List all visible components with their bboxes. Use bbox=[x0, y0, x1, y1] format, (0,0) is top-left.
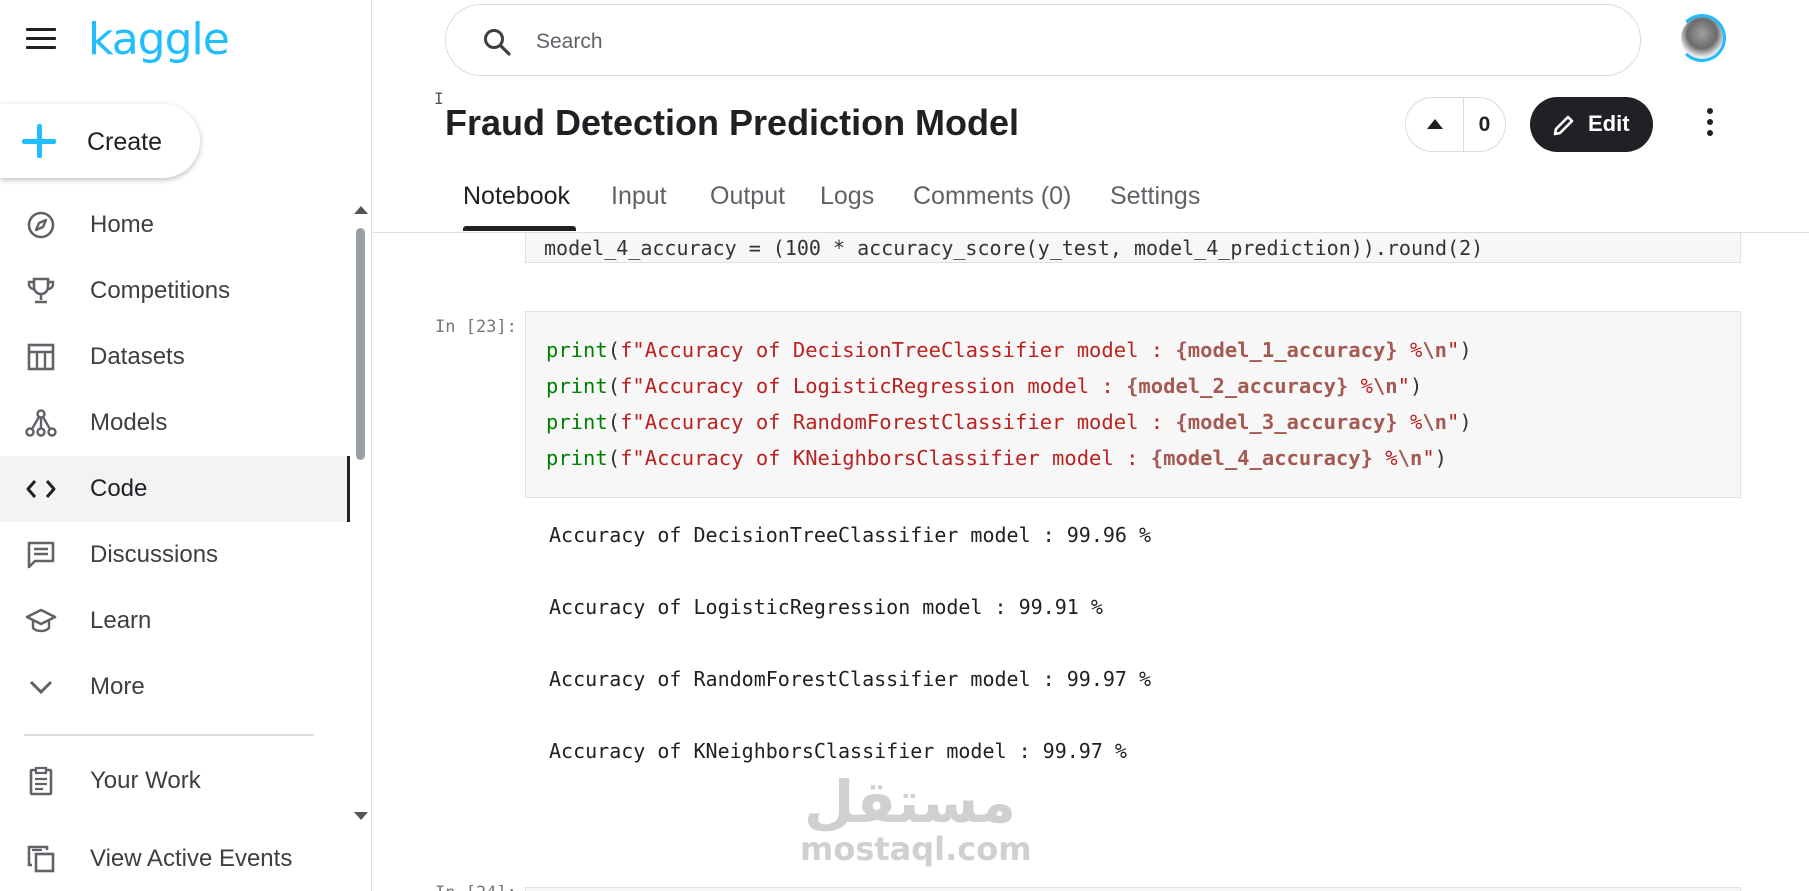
sidebar-item-label: Datasets bbox=[90, 343, 185, 370]
sidebar-item-view-active-events[interactable]: View Active Events bbox=[0, 826, 350, 891]
more-options-icon[interactable] bbox=[1700, 108, 1720, 142]
vote-count: 0 bbox=[1478, 113, 1491, 136]
sidebar-nav: Home Competitions Datasets Models Code D… bbox=[0, 192, 350, 720]
output-line: Accuracy of DecisionTreeClassifier model… bbox=[549, 523, 1152, 547]
sidebar-header: kaggle bbox=[0, 0, 372, 80]
kaggle-logo[interactable]: kaggle bbox=[88, 14, 230, 65]
sidebar-item-code[interactable]: Code bbox=[0, 456, 350, 522]
sidebar-secondary-nav: Your Work View Active Events bbox=[0, 748, 350, 891]
previous-code-cell[interactable]: model_4_accuracy = (100 * accuracy_score… bbox=[525, 233, 1741, 263]
code-line: model_4_accuracy = (100 * accuracy_score… bbox=[544, 236, 1484, 260]
watermark-arabic: مستقل bbox=[803, 768, 1017, 836]
vote-widget: 0 bbox=[1405, 97, 1506, 152]
sidebar-item-label: More bbox=[90, 673, 145, 700]
sidebar-item-competitions[interactable]: Competitions bbox=[0, 258, 350, 324]
edit-button[interactable]: Edit bbox=[1530, 97, 1653, 152]
sidebar-divider bbox=[24, 734, 314, 736]
compass-icon bbox=[24, 210, 58, 240]
tab-notebook[interactable]: Notebook bbox=[463, 182, 570, 211]
tab-logs[interactable]: Logs bbox=[820, 182, 874, 211]
sidebar-item-learn[interactable]: Learn bbox=[0, 588, 350, 654]
create-button[interactable]: Create bbox=[0, 104, 200, 178]
tab-comments[interactable]: Comments (0) bbox=[913, 182, 1071, 211]
search-input[interactable] bbox=[536, 27, 1536, 57]
code-icon bbox=[24, 474, 58, 504]
cell-prompt: In [23]: bbox=[435, 317, 517, 337]
sidebar-item-your-work[interactable]: Your Work bbox=[0, 748, 350, 814]
search-bar[interactable] bbox=[445, 4, 1641, 76]
create-label: Create bbox=[87, 128, 163, 156]
sidebar-item-label: Models bbox=[90, 409, 168, 436]
table-icon bbox=[24, 342, 58, 372]
output-line: Accuracy of KNeighborsClassifier model :… bbox=[549, 739, 1127, 763]
text-cursor-icon: I bbox=[434, 89, 444, 108]
sidebar-scrollbar[interactable] bbox=[352, 200, 368, 830]
pencil-icon bbox=[1552, 113, 1576, 137]
output-line: Accuracy of LogisticRegression model : 9… bbox=[549, 595, 1103, 619]
avatar[interactable] bbox=[1678, 14, 1726, 62]
sidebar-item-datasets[interactable]: Datasets bbox=[0, 324, 350, 390]
active-tab-indicator bbox=[463, 226, 576, 231]
tab-settings[interactable]: Settings bbox=[1110, 182, 1200, 211]
sidebar-item-label: Competitions bbox=[90, 277, 231, 304]
code-cell[interactable]: print(f"Accuracy of DecisionTreeClassifi… bbox=[525, 311, 1741, 498]
code-line: print(f"Accuracy of KNeighborsClassifier… bbox=[546, 446, 1448, 470]
copy-icon bbox=[24, 844, 58, 874]
tab-output[interactable]: Output bbox=[710, 182, 785, 211]
scroll-up-arrow-icon[interactable] bbox=[354, 206, 368, 214]
discussion-icon bbox=[24, 540, 58, 570]
scroll-down-arrow-icon[interactable] bbox=[354, 812, 368, 820]
code-line: print(f"Accuracy of DecisionTreeClassifi… bbox=[546, 338, 1472, 362]
sidebar-item-discussions[interactable]: Discussions bbox=[0, 522, 350, 588]
code-line: print(f"Accuracy of RandomForestClassifi… bbox=[546, 410, 1472, 434]
notebook-content: model_4_accuracy = (100 * accuracy_score… bbox=[373, 233, 1809, 891]
sidebar-item-label: View Active Events bbox=[90, 845, 293, 872]
sidebar-item-label: Your Work bbox=[90, 767, 201, 794]
scrollbar-thumb[interactable] bbox=[356, 228, 365, 460]
sidebar-item-more[interactable]: More bbox=[0, 654, 350, 720]
sidebar-item-models[interactable]: Models bbox=[0, 390, 350, 456]
tab-input[interactable]: Input bbox=[611, 182, 667, 211]
sidebar-item-label: Code bbox=[90, 475, 148, 502]
menu-icon[interactable] bbox=[26, 28, 56, 50]
code-line: print(f"Accuracy of LogisticRegression m… bbox=[546, 374, 1423, 398]
page-title: Fraud Detection Prediction Model bbox=[445, 102, 1020, 143]
sidebar: kaggle Create Home Competitions Datasets bbox=[0, 0, 372, 891]
sidebar-item-label: Home bbox=[90, 211, 155, 238]
clipboard-icon bbox=[24, 766, 58, 796]
trophy-icon bbox=[24, 276, 58, 306]
chevron-down-icon bbox=[24, 672, 58, 702]
sidebar-item-label: Learn bbox=[90, 607, 152, 634]
output-line: Accuracy of RandomForestClassifier model… bbox=[549, 667, 1152, 691]
sidebar-item-home[interactable]: Home bbox=[0, 192, 350, 258]
sidebar-item-label: Discussions bbox=[90, 541, 219, 568]
plus-icon bbox=[20, 122, 58, 160]
watermark: مستقل mostaql.com bbox=[800, 768, 1032, 868]
graduation-cap-icon bbox=[24, 606, 58, 636]
next-code-cell[interactable] bbox=[525, 887, 1741, 891]
edit-label: Edit bbox=[1588, 111, 1630, 136]
upvote-button[interactable] bbox=[1406, 98, 1464, 151]
search-icon bbox=[482, 27, 512, 57]
models-icon bbox=[24, 408, 58, 438]
watermark-latin: mostaql.com bbox=[800, 830, 1032, 868]
cell-prompt: In [24]: bbox=[435, 883, 517, 891]
